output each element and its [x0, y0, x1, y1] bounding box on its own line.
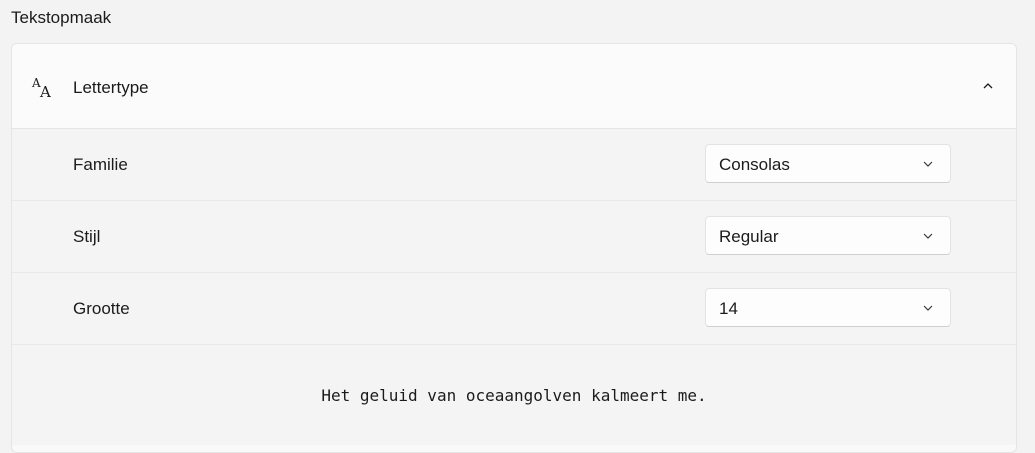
family-dropdown[interactable]: Consolas	[705, 144, 951, 183]
style-dropdown[interactable]: Regular	[705, 216, 951, 255]
size-value: 14	[719, 299, 738, 318]
row-family: Familie Consolas	[12, 129, 1016, 201]
collapse-button[interactable]	[976, 74, 1000, 98]
svg-text:A: A	[39, 83, 51, 99]
row-style: Stijl Regular	[12, 201, 1016, 273]
chevron-down-icon	[923, 305, 933, 311]
font-icon: A A	[31, 75, 55, 101]
font-group-label: Lettertype	[73, 78, 149, 97]
chevron-down-icon	[923, 161, 933, 167]
font-group-header[interactable]: A A Lettertype	[12, 44, 1016, 129]
style-value: Regular	[719, 227, 779, 246]
style-label: Stijl	[73, 227, 101, 246]
chevron-down-icon	[923, 233, 933, 239]
font-preview: Het geluid van oceaangolven kalmeert me.	[12, 345, 1016, 445]
chevron-up-icon	[983, 83, 993, 89]
section-title: Tekstopmaak	[11, 8, 112, 27]
family-label: Familie	[73, 155, 128, 174]
family-value: Consolas	[719, 155, 790, 174]
size-label: Grootte	[73, 299, 130, 318]
font-settings-card: A A Lettertype Familie Consolas Stijl Re…	[11, 43, 1017, 453]
size-dropdown[interactable]: 14	[705, 288, 951, 327]
row-size: Grootte 14	[12, 273, 1016, 345]
preview-text: Het geluid van oceaangolven kalmeert me.	[321, 386, 707, 405]
